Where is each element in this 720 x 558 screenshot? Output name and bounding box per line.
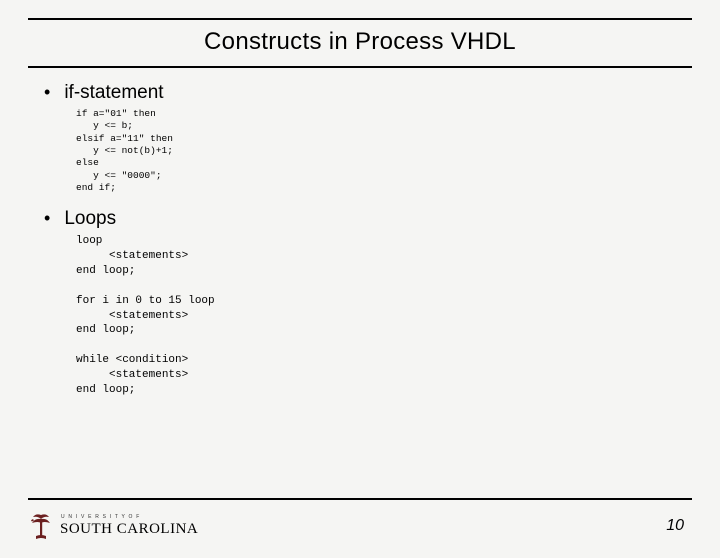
rule-bottom [28, 498, 692, 500]
page-number: 10 [666, 517, 684, 535]
bullet-heading: Loops [64, 208, 116, 230]
slide-title: Constructs in Process VHDL [0, 20, 720, 66]
bullet-dot-icon: • [44, 83, 50, 101]
bullet-dot-icon: • [44, 209, 50, 227]
logo-subtitle: U N I V E R S I T Y O F [61, 515, 198, 520]
code-block: loop <statements> end loop; for i in 0 t… [76, 234, 676, 397]
code-block: if a="01" then y <= b; elsif a="11" then… [76, 108, 676, 194]
logo-title: SOUTH CAROLINA [60, 522, 198, 537]
bullet-heading: if-statement [64, 82, 163, 104]
university-logo: U N I V E R S I T Y O F SOUTH CAROLINA [28, 509, 198, 543]
palmetto-tree-icon [28, 509, 54, 543]
content-area: • if-statement if a="01" then y <= b; el… [0, 82, 720, 398]
bullet-item: • if-statement [44, 82, 676, 104]
footer: U N I V E R S I T Y O F SOUTH CAROLINA 1… [0, 504, 720, 548]
bullet-item: • Loops [44, 208, 676, 230]
rule-under-title [28, 66, 692, 68]
slide: Constructs in Process VHDL • if-statemen… [0, 18, 720, 558]
logo-text: U N I V E R S I T Y O F SOUTH CAROLINA [60, 515, 198, 537]
